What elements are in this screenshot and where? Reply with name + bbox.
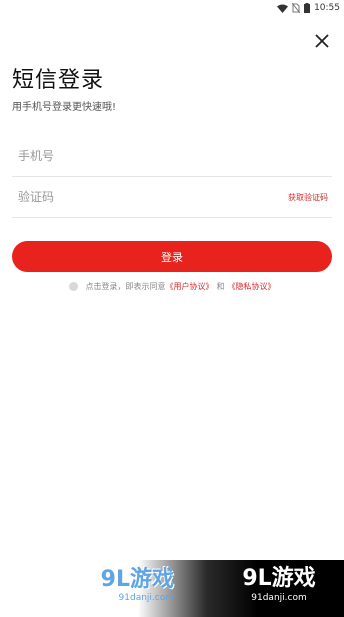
agreement-row: 点击登录，即表示同意 《用户协议》 和 《隐私协议》 [0,280,344,292]
get-code-button[interactable]: 获取验证码 [288,192,332,203]
close-icon [315,33,329,52]
agreement-prefix: 点击登录，即表示同意 [85,281,166,291]
watermark-domain-left: 91danji.com [118,593,174,603]
phone-field-row [12,136,332,177]
watermark-logo-left: 9L游戏 91danji.com [78,567,174,609]
watermark-logo-right: 9L游戏 91danji.com [234,565,324,609]
watermark-banner: 9L游戏 91danji.com 9L游戏 91danji.com [0,560,344,617]
status-bar: 10:55 [0,0,344,16]
user-agreement-link[interactable]: 《用户协议》 [166,281,214,292]
status-time: 10:55 [314,3,340,13]
watermark-brand-left: 9L游戏 [100,567,174,592]
close-button[interactable] [312,32,332,52]
agreement-conjunction: 和 [216,281,225,291]
watermark-domain-right: 91danji.com [251,593,307,603]
phone-input[interactable] [12,148,332,164]
code-field-row: 获取验证码 [12,177,332,218]
page-subtitle: 用手机号登录更快速哦! [12,102,117,113]
watermark-brand-right: 9L游戏 [242,566,316,591]
no-sim-icon [292,3,301,13]
wifi-icon [277,4,289,13]
verification-code-input[interactable] [12,189,288,205]
login-button[interactable]: 登录 [12,241,332,272]
privacy-agreement-link[interactable]: 《隐私协议》 [228,281,276,292]
battery-icon [304,3,311,13]
agreement-checkbox[interactable] [68,281,78,291]
page-title: 短信登录 [12,68,105,93]
